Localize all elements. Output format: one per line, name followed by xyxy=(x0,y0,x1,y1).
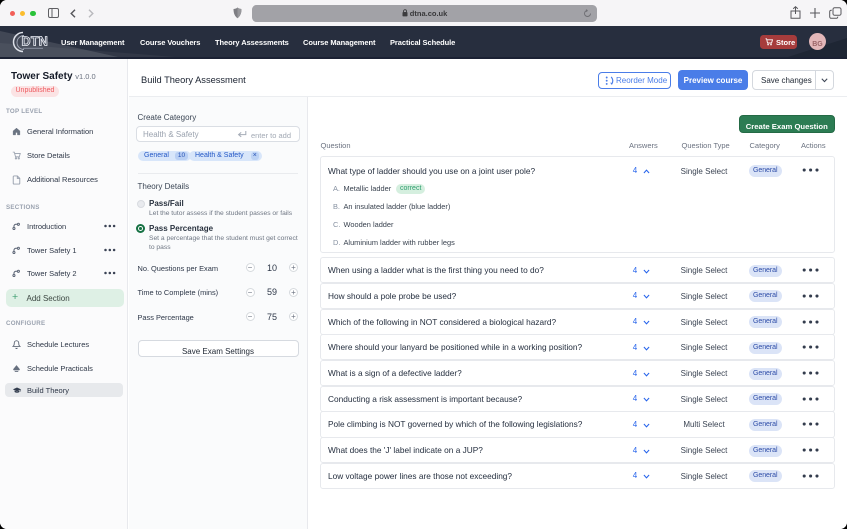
svg-text:DTN: DTN xyxy=(22,35,49,49)
